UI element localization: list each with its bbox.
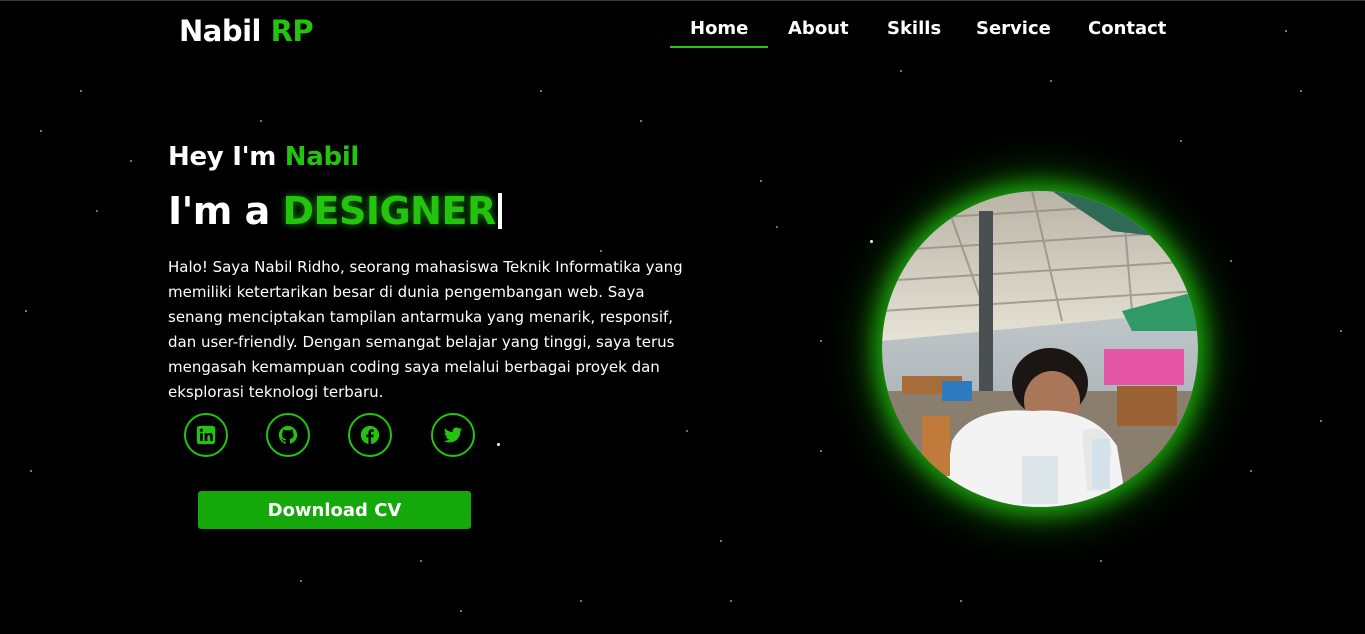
page: Nabil RP Home About Skills Service Conta… <box>0 0 1365 634</box>
star <box>1180 140 1182 142</box>
star <box>640 120 642 122</box>
twitter-button[interactable] <box>431 413 475 457</box>
profile-photo <box>882 191 1198 507</box>
nav-home[interactable]: Home <box>669 18 769 48</box>
brand-logo[interactable]: Nabil RP <box>179 14 314 48</box>
linkedin-icon <box>196 425 216 445</box>
star <box>420 560 422 562</box>
star <box>30 470 32 472</box>
linkedin-button[interactable] <box>184 413 228 457</box>
profile-photo-illustration <box>882 191 1198 507</box>
star <box>960 600 962 602</box>
greeting-prefix: Hey I'm <box>168 142 277 172</box>
star <box>730 600 732 602</box>
nav-contact[interactable]: Contact <box>1088 18 1166 39</box>
star <box>580 600 582 602</box>
github-button[interactable] <box>266 413 310 457</box>
star <box>1250 470 1252 472</box>
star <box>300 580 302 582</box>
star <box>900 70 902 72</box>
star <box>600 250 602 252</box>
star <box>720 540 722 542</box>
greeting: Hey I'm Nabil <box>168 142 359 172</box>
facebook-icon <box>360 425 380 445</box>
nav-skills[interactable]: Skills <box>887 18 941 39</box>
bio-line: mengasah kemampuan coding saya melalui b… <box>168 358 660 376</box>
brand-first: Nabil <box>179 14 261 48</box>
star <box>80 90 82 92</box>
star <box>497 443 500 446</box>
star <box>540 90 542 92</box>
nav-about[interactable]: About <box>788 18 849 39</box>
role-prefix: I'm a <box>168 189 270 233</box>
star <box>820 450 822 452</box>
bio-line: memiliki ketertarikan besar di dunia pen… <box>168 283 645 301</box>
star <box>870 240 873 243</box>
typing-cursor <box>497 193 502 229</box>
role-heading: I'm a DESIGNER <box>168 189 502 233</box>
star <box>1340 330 1342 332</box>
star <box>760 180 762 182</box>
star <box>1230 260 1232 262</box>
star <box>40 130 42 132</box>
star <box>1300 90 1302 92</box>
star <box>96 210 98 212</box>
bio-line: dan user-friendly. Dengan semangat belaj… <box>168 333 675 351</box>
star <box>776 226 778 228</box>
twitter-icon <box>443 427 463 443</box>
star <box>686 430 688 432</box>
bio-line: Halo! Saya Nabil Ridho, seorang mahasisw… <box>168 258 683 276</box>
facebook-button[interactable] <box>348 413 392 457</box>
star <box>1285 30 1287 32</box>
star <box>460 610 462 612</box>
brand-second: RP <box>270 14 314 48</box>
star <box>25 310 27 312</box>
bio-paragraph: Halo! Saya Nabil Ridho, seorang mahasisw… <box>168 255 724 405</box>
star <box>1320 420 1322 422</box>
star <box>130 160 132 162</box>
nav-service[interactable]: Service <box>976 18 1051 39</box>
star <box>1050 80 1052 82</box>
greeting-name: Nabil <box>284 142 360 172</box>
github-icon <box>278 425 298 444</box>
bio-line: eksplorasi teknologi terbaru. <box>168 383 384 401</box>
star <box>820 340 822 342</box>
bio-line: senang menciptakan tampilan antarmuka ya… <box>168 308 674 326</box>
star <box>1100 560 1102 562</box>
download-cv-button[interactable]: Download CV <box>198 491 471 529</box>
role-word: DESIGNER <box>282 189 496 233</box>
top-border <box>0 0 1365 1</box>
star <box>260 120 262 122</box>
